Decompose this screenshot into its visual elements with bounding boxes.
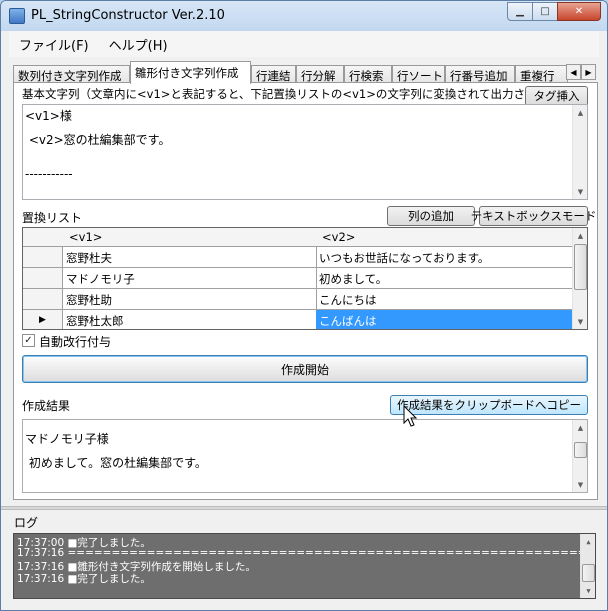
- base-scrollbar[interactable]: ▲ ▼: [572, 105, 587, 199]
- log-line: 17:37:16 ===============================…: [17, 547, 596, 559]
- scroll-thumb[interactable]: [574, 442, 587, 458]
- result-output[interactable]: マドノモリ子様 初めまして。窓の杜編集部です。 ▲ ▼: [22, 419, 588, 493]
- menu-help[interactable]: ヘルプ(H): [99, 35, 178, 54]
- maximize-button[interactable]: □: [532, 2, 558, 21]
- title-bar[interactable]: PL_StringConstructor Ver.2.10 ▁ □ ✕: [1, 1, 607, 31]
- auto-newline-checkbox[interactable]: ✓: [22, 334, 35, 347]
- row-header-current[interactable]: ▶: [23, 310, 63, 329]
- tab-panel: 基本文字列（文章内に<v1>と表記すると、下記置換リストの<v1>の文字列に変換…: [13, 82, 598, 500]
- result-line: マドノモリ子様: [25, 432, 109, 446]
- insert-tag-button[interactable]: タグ挿入: [525, 86, 588, 106]
- base-line: <v1>様: [25, 109, 72, 123]
- result-line: 初めまして。窓の杜編集部です。: [25, 456, 207, 470]
- log-output[interactable]: 17:37:00 ■完了しました。 17:37:16 =============…: [13, 533, 596, 599]
- textbox-mode-button[interactable]: テキストボックスモード: [471, 206, 596, 226]
- tab-scroll-right[interactable]: ▶: [581, 64, 596, 80]
- scroll-up-icon[interactable]: ▲: [573, 420, 587, 435]
- row-header[interactable]: [23, 289, 63, 310]
- menu-bar: ファイル(F) ヘルプ(H): [9, 31, 599, 57]
- log-scrollbar[interactable]: ▲ ▼: [580, 534, 595, 598]
- maximize-icon: □: [540, 6, 550, 17]
- log-label: ログ: [14, 516, 39, 530]
- add-column-button[interactable]: 列の追加: [387, 206, 475, 226]
- scroll-down-icon[interactable]: ▼: [581, 583, 595, 598]
- column-header-v1[interactable]: <v1>: [63, 228, 317, 247]
- grid-cell[interactable]: 窓野杜助: [63, 289, 317, 310]
- tab-strip: 数列付き文字列作成 雛形付き文字列作成 行連結 行分解 行検索 行ソート 行番号…: [13, 61, 598, 84]
- base-string-label: 基本文字列（文章内に<v1>と表記すると、下記置換リストの<v1>の文字列に変換…: [22, 87, 571, 101]
- start-button[interactable]: 作成開始: [22, 355, 588, 383]
- auto-newline-label[interactable]: 自動改行付与: [39, 333, 111, 350]
- base-line: <v2>窓の杜編集部です。: [25, 133, 171, 147]
- minimize-icon: ▁: [516, 6, 524, 17]
- grid-cell-selected[interactable]: こんばんは: [316, 310, 574, 329]
- arrow-left-icon: ◀: [570, 67, 577, 77]
- tab-scroll-left[interactable]: ◀: [566, 64, 581, 80]
- result-scrollbar[interactable]: ▲ ▼: [572, 420, 587, 492]
- window-title: PL_StringConstructor Ver.2.10: [31, 8, 225, 23]
- scroll-down-icon[interactable]: ▼: [573, 477, 587, 492]
- splitter[interactable]: [1, 506, 607, 510]
- grid-cell[interactable]: マドノモリ子: [63, 268, 317, 289]
- minimize-button[interactable]: ▁: [507, 2, 533, 21]
- arrow-right-icon: ▶: [585, 67, 592, 77]
- close-icon: ✕: [574, 6, 584, 17]
- grid-cell[interactable]: 窓野杜太郎: [63, 310, 317, 329]
- window-controls: ▁ □ ✕: [507, 2, 601, 21]
- app-icon: [9, 8, 25, 24]
- tab-template-string[interactable]: 雛形付き文字列作成: [130, 61, 251, 84]
- row-header[interactable]: [23, 268, 63, 289]
- result-label: 作成結果: [22, 399, 71, 413]
- check-icon: ✓: [24, 335, 33, 346]
- scroll-up-icon[interactable]: ▲: [573, 105, 587, 120]
- grid-cell[interactable]: 窓野杜夫: [63, 247, 317, 268]
- grid-cell[interactable]: 初めまして。: [316, 268, 574, 289]
- base-line: -----------: [25, 167, 73, 181]
- grid-cell[interactable]: いつもお世話になっております。: [316, 247, 574, 268]
- row-header[interactable]: [23, 247, 63, 268]
- current-row-icon: ▶: [39, 315, 46, 325]
- scroll-down-icon[interactable]: ▼: [573, 184, 587, 199]
- grid-scrollbar[interactable]: ▲ ▼: [572, 228, 587, 329]
- base-string-input[interactable]: <v1>様 <v2>窓の杜編集部です。 ----------- ▲ ▼: [22, 104, 588, 200]
- scroll-up-icon[interactable]: ▲: [581, 534, 595, 549]
- replace-list-label: 置換リスト: [22, 211, 83, 225]
- menu-file[interactable]: ファイル(F): [9, 35, 99, 54]
- scroll-thumb[interactable]: [582, 564, 595, 582]
- grid-cell[interactable]: こんにちは: [316, 289, 574, 310]
- mouse-cursor-icon: [403, 405, 418, 427]
- grid-corner: [23, 228, 64, 247]
- log-line: 17:37:16 ■完了しました。: [17, 573, 151, 585]
- main-window: PL_StringConstructor Ver.2.10 ▁ □ ✕ ファイル…: [0, 0, 608, 611]
- column-header-v2[interactable]: <v2>: [316, 228, 574, 247]
- scroll-down-icon[interactable]: ▼: [573, 314, 587, 329]
- replace-grid[interactable]: <v1> <v2> 窓野杜夫 いつもお世話になっております。 マドノモリ子 初め…: [22, 227, 588, 330]
- copy-to-clipboard-button[interactable]: 作成結果をクリップボードへコピー: [390, 395, 588, 415]
- close-button[interactable]: ✕: [557, 2, 601, 21]
- scroll-up-icon[interactable]: ▲: [573, 228, 587, 243]
- scroll-thumb[interactable]: [574, 244, 587, 290]
